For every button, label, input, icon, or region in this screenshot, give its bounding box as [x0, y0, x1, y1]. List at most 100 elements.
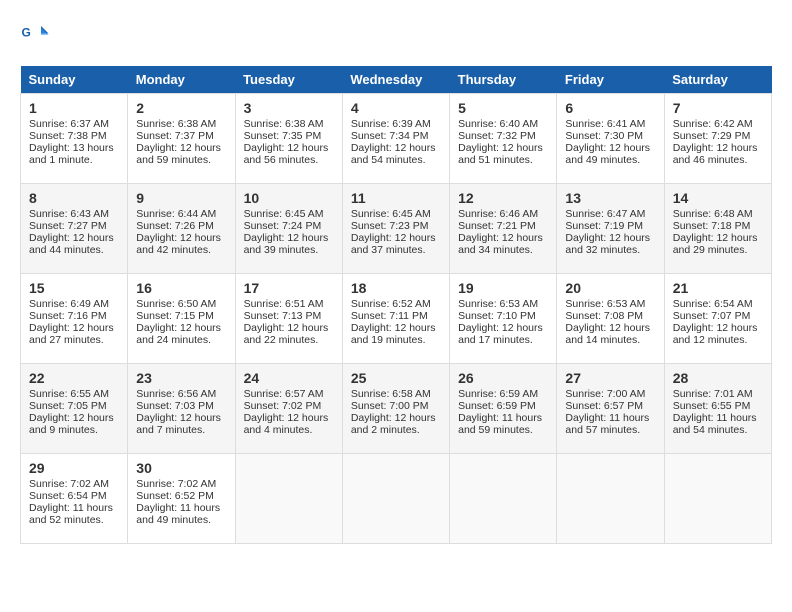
sunset-label: Sunset: 7:05 PM — [29, 400, 107, 412]
sunrise-label: Sunrise: 6:45 AM — [351, 208, 431, 220]
logo-icon: G — [20, 20, 50, 50]
calendar-table: SundayMondayTuesdayWednesdayThursdayFrid… — [20, 66, 772, 544]
day-number: 1 — [29, 100, 119, 116]
sunrise-label: Sunrise: 6:51 AM — [244, 298, 324, 310]
calendar-cell — [450, 454, 557, 544]
calendar-cell: 8 Sunrise: 6:43 AM Sunset: 7:27 PM Dayli… — [21, 184, 128, 274]
daylight-label: Daylight: 12 hours and 14 minutes. — [565, 322, 650, 346]
sunset-label: Sunset: 7:24 PM — [244, 220, 322, 232]
calendar-cell: 28 Sunrise: 7:01 AM Sunset: 6:55 PM Dayl… — [664, 364, 771, 454]
calendar-cell: 22 Sunrise: 6:55 AM Sunset: 7:05 PM Dayl… — [21, 364, 128, 454]
day-number: 17 — [244, 280, 334, 296]
calendar-cell: 5 Sunrise: 6:40 AM Sunset: 7:32 PM Dayli… — [450, 94, 557, 184]
day-number: 6 — [565, 100, 655, 116]
sunset-label: Sunset: 7:21 PM — [458, 220, 536, 232]
day-number: 11 — [351, 190, 441, 206]
sunset-label: Sunset: 7:32 PM — [458, 130, 536, 142]
day-number: 29 — [29, 460, 119, 476]
sunset-label: Sunset: 7:07 PM — [673, 310, 751, 322]
sunset-label: Sunset: 7:29 PM — [673, 130, 751, 142]
daylight-label: Daylight: 12 hours and 2 minutes. — [351, 412, 436, 436]
column-header-monday: Monday — [128, 66, 235, 94]
calendar-cell: 23 Sunrise: 6:56 AM Sunset: 7:03 PM Dayl… — [128, 364, 235, 454]
calendar-cell: 6 Sunrise: 6:41 AM Sunset: 7:30 PM Dayli… — [557, 94, 664, 184]
daylight-label: Daylight: 12 hours and 32 minutes. — [565, 232, 650, 256]
sunrise-label: Sunrise: 6:57 AM — [244, 388, 324, 400]
daylight-label: Daylight: 12 hours and 24 minutes. — [136, 322, 221, 346]
sunrise-label: Sunrise: 7:01 AM — [673, 388, 753, 400]
daylight-label: Daylight: 12 hours and 27 minutes. — [29, 322, 114, 346]
sunset-label: Sunset: 7:30 PM — [565, 130, 643, 142]
sunset-label: Sunset: 7:11 PM — [351, 310, 428, 322]
sunset-label: Sunset: 6:55 PM — [673, 400, 751, 412]
sunrise-label: Sunrise: 6:49 AM — [29, 298, 109, 310]
header-row: SundayMondayTuesdayWednesdayThursdayFrid… — [21, 66, 772, 94]
sunset-label: Sunset: 7:02 PM — [244, 400, 322, 412]
sunrise-label: Sunrise: 6:52 AM — [351, 298, 431, 310]
daylight-label: Daylight: 11 hours and 57 minutes. — [565, 412, 649, 436]
day-number: 14 — [673, 190, 763, 206]
week-row: 15 Sunrise: 6:49 AM Sunset: 7:16 PM Dayl… — [21, 274, 772, 364]
sunset-label: Sunset: 7:03 PM — [136, 400, 214, 412]
sunrise-label: Sunrise: 6:53 AM — [565, 298, 645, 310]
daylight-label: Daylight: 12 hours and 56 minutes. — [244, 142, 329, 166]
daylight-label: Daylight: 12 hours and 37 minutes. — [351, 232, 436, 256]
daylight-label: Daylight: 12 hours and 9 minutes. — [29, 412, 114, 436]
sunrise-label: Sunrise: 6:50 AM — [136, 298, 216, 310]
day-number: 4 — [351, 100, 441, 116]
sunrise-label: Sunrise: 6:58 AM — [351, 388, 431, 400]
calendar-cell: 10 Sunrise: 6:45 AM Sunset: 7:24 PM Dayl… — [235, 184, 342, 274]
sunrise-label: Sunrise: 6:54 AM — [673, 298, 753, 310]
sunset-label: Sunset: 7:19 PM — [565, 220, 643, 232]
sunset-label: Sunset: 7:23 PM — [351, 220, 429, 232]
sunset-label: Sunset: 7:35 PM — [244, 130, 322, 142]
sunrise-label: Sunrise: 6:53 AM — [458, 298, 538, 310]
sunset-label: Sunset: 7:10 PM — [458, 310, 536, 322]
day-number: 24 — [244, 370, 334, 386]
sunset-label: Sunset: 7:13 PM — [244, 310, 322, 322]
page-header: G — [20, 20, 772, 50]
day-number: 22 — [29, 370, 119, 386]
calendar-cell: 26 Sunrise: 6:59 AM Sunset: 6:59 PM Dayl… — [450, 364, 557, 454]
calendar-cell — [664, 454, 771, 544]
sunrise-label: Sunrise: 6:39 AM — [351, 118, 431, 130]
column-header-thursday: Thursday — [450, 66, 557, 94]
daylight-label: Daylight: 12 hours and 22 minutes. — [244, 322, 329, 346]
calendar-cell: 15 Sunrise: 6:49 AM Sunset: 7:16 PM Dayl… — [21, 274, 128, 364]
daylight-label: Daylight: 12 hours and 39 minutes. — [244, 232, 329, 256]
sunset-label: Sunset: 6:57 PM — [565, 400, 643, 412]
calendar-cell: 18 Sunrise: 6:52 AM Sunset: 7:11 PM Dayl… — [342, 274, 449, 364]
daylight-label: Daylight: 12 hours and 34 minutes. — [458, 232, 543, 256]
sunset-label: Sunset: 7:15 PM — [136, 310, 214, 322]
day-number: 5 — [458, 100, 548, 116]
daylight-label: Daylight: 12 hours and 19 minutes. — [351, 322, 436, 346]
sunrise-label: Sunrise: 6:47 AM — [565, 208, 645, 220]
sunrise-label: Sunrise: 6:37 AM — [29, 118, 109, 130]
calendar-cell: 21 Sunrise: 6:54 AM Sunset: 7:07 PM Dayl… — [664, 274, 771, 364]
daylight-label: Daylight: 12 hours and 54 minutes. — [351, 142, 436, 166]
day-number: 30 — [136, 460, 226, 476]
daylight-label: Daylight: 12 hours and 7 minutes. — [136, 412, 221, 436]
sunset-label: Sunset: 7:16 PM — [29, 310, 107, 322]
daylight-label: Daylight: 11 hours and 54 minutes. — [673, 412, 757, 436]
sunset-label: Sunset: 7:38 PM — [29, 130, 107, 142]
calendar-cell: 16 Sunrise: 6:50 AM Sunset: 7:15 PM Dayl… — [128, 274, 235, 364]
day-number: 10 — [244, 190, 334, 206]
sunset-label: Sunset: 6:54 PM — [29, 490, 107, 502]
column-header-tuesday: Tuesday — [235, 66, 342, 94]
day-number: 7 — [673, 100, 763, 116]
column-header-sunday: Sunday — [21, 66, 128, 94]
sunset-label: Sunset: 7:26 PM — [136, 220, 214, 232]
day-number: 2 — [136, 100, 226, 116]
sunrise-label: Sunrise: 6:55 AM — [29, 388, 109, 400]
sunrise-label: Sunrise: 6:40 AM — [458, 118, 538, 130]
calendar-cell: 13 Sunrise: 6:47 AM Sunset: 7:19 PM Dayl… — [557, 184, 664, 274]
day-number: 9 — [136, 190, 226, 206]
sunrise-label: Sunrise: 6:45 AM — [244, 208, 324, 220]
column-header-saturday: Saturday — [664, 66, 771, 94]
sunrise-label: Sunrise: 6:43 AM — [29, 208, 109, 220]
daylight-label: Daylight: 12 hours and 51 minutes. — [458, 142, 543, 166]
sunset-label: Sunset: 7:18 PM — [673, 220, 751, 232]
sunrise-label: Sunrise: 6:46 AM — [458, 208, 538, 220]
calendar-cell: 25 Sunrise: 6:58 AM Sunset: 7:00 PM Dayl… — [342, 364, 449, 454]
